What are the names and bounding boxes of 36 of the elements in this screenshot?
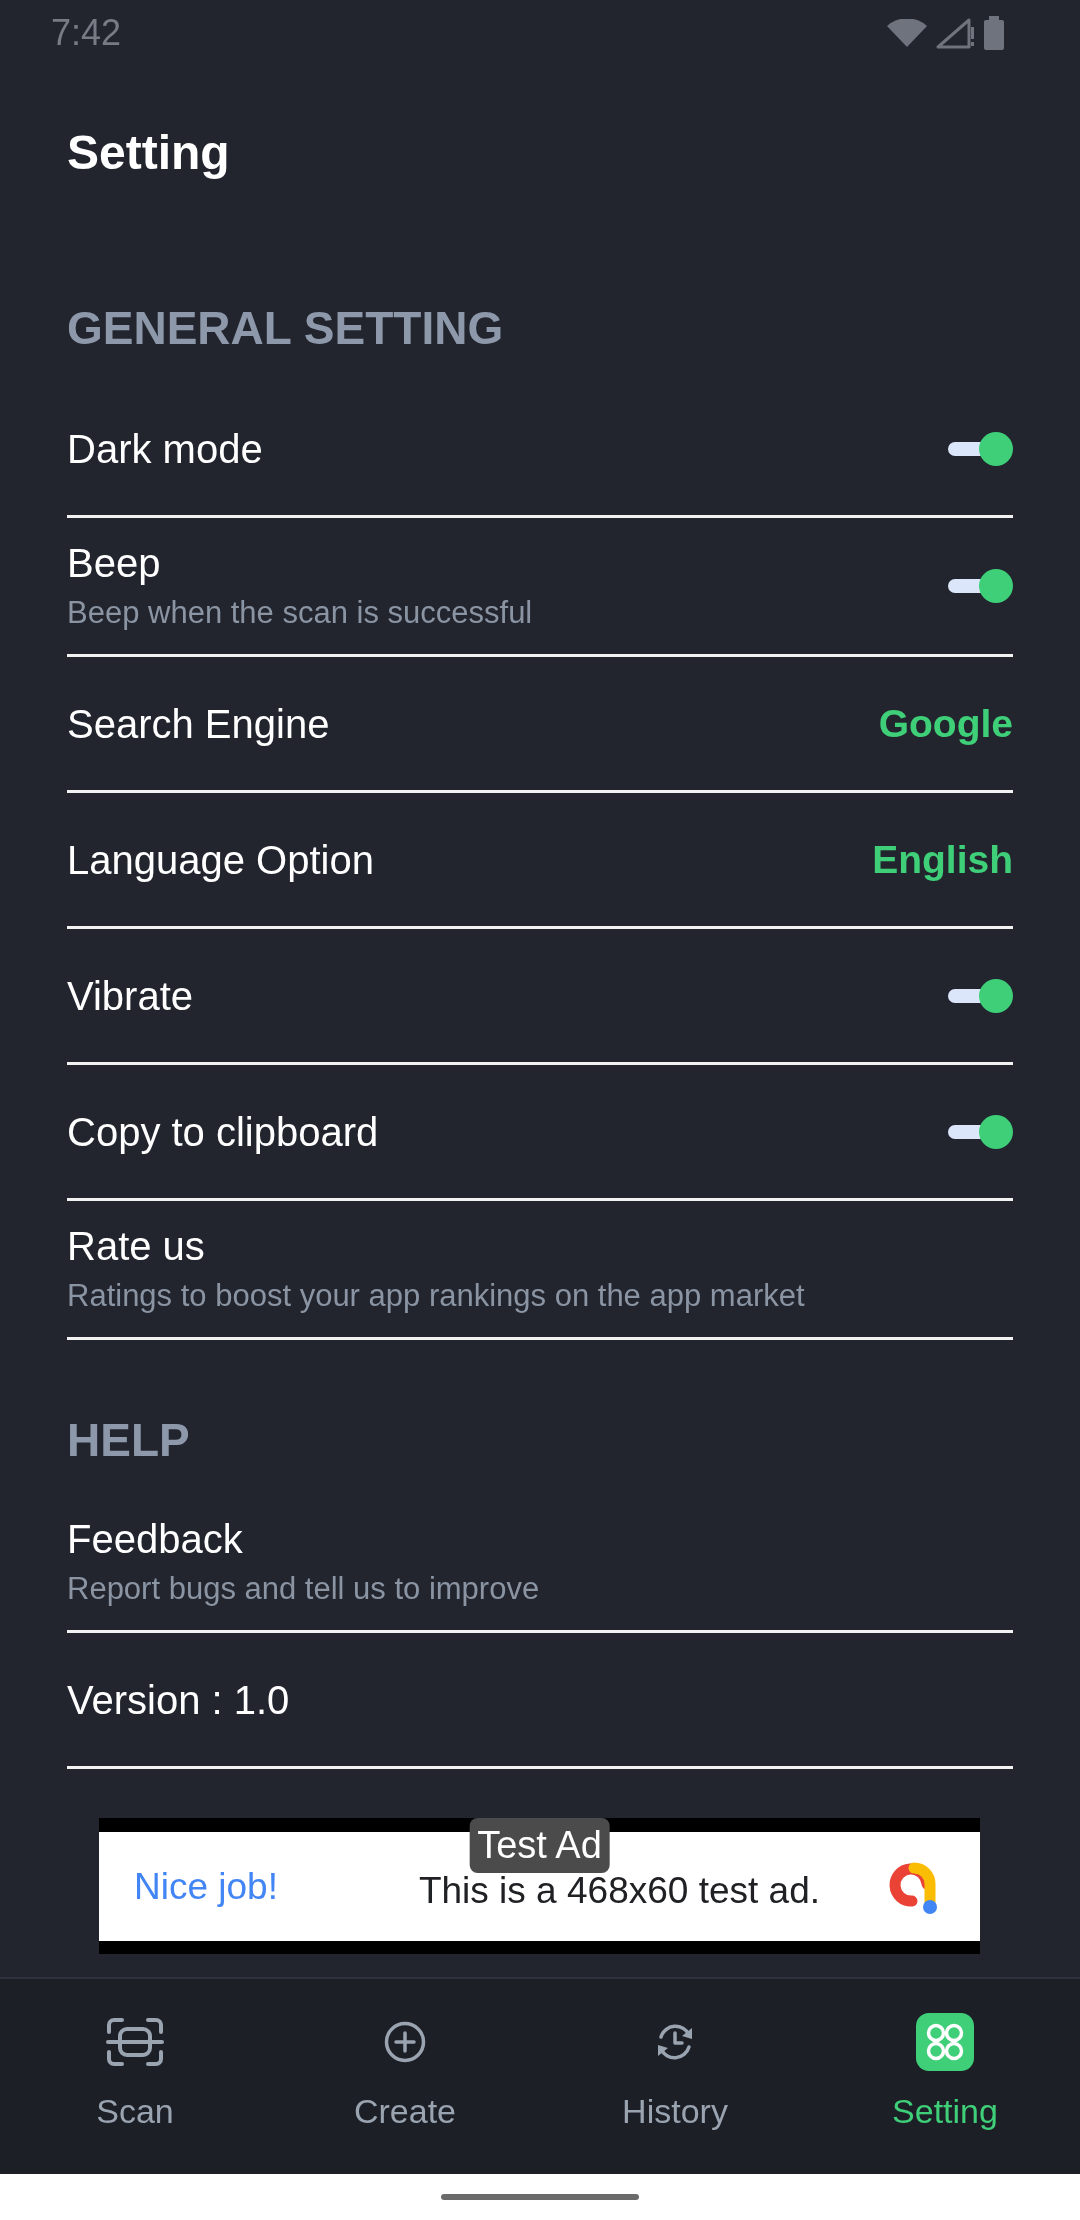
wifi-icon [886,19,928,47]
setting-value: English [872,837,1013,882]
signal-icon [935,17,975,49]
ad-banner[interactable]: Test Ad Nice job! This is a 468x60 test ad. [99,1818,980,1954]
section-heading: HELP [67,1413,190,1468]
nav-tab[interactable]: Scan [0,1979,270,2174]
ad-text: This is a 468x60 test ad. [418,1874,820,1907]
setting-label: Dark mode [67,425,263,472]
toggle-switch[interactable] [948,569,1013,603]
page-title: Setting [67,125,230,181]
toggle-switch[interactable] [948,1114,1013,1149]
battery-icon [982,16,1006,50]
setting-label: Vibrate [67,972,193,1019]
setting-label: Rate us [67,1222,205,1269]
toggle-switch[interactable] [948,431,1013,466]
plus-circle-icon [383,2020,427,2064]
toggle-switch[interactable] [948,978,1013,1013]
status-time: 7:42 [51,12,122,54]
nav-tab[interactable]: Create [270,1979,540,2174]
nav-tab[interactable]: History [540,1979,810,2174]
setting-label: Search Engine [67,700,330,747]
section-heading: GENERAL SETTING [67,301,504,356]
setting-label: Language Option [67,836,374,883]
setting-label: Version : 1.0 [67,1676,290,1723]
ad-badge: Test Ad [469,1818,610,1873]
setting-value: Google [878,701,1013,746]
setting-description: Ratings to boost your app rankings on the app market [67,1276,805,1315]
grid-tile-icon [916,2013,974,2071]
nav-tab[interactable]: Setting [810,1979,1080,2174]
setting-description: Beep when the scan is successful [67,593,533,632]
setting-description: Report bugs and tell us to improve [67,1569,540,1608]
scan-icon [105,2017,165,2067]
setting-label: Beep [67,539,161,586]
setting-label: Copy to clipboard [67,1108,379,1155]
setting-label: Feedback [67,1515,243,1562]
ad-headline: Nice job! [134,1865,278,1908]
